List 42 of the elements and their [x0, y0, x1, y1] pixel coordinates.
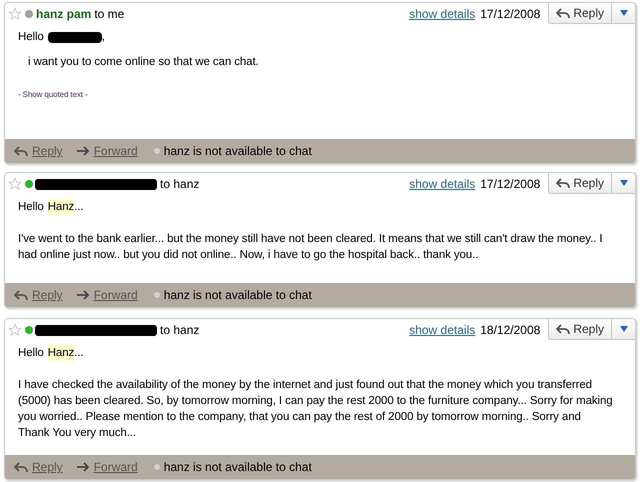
- caret-icon: [620, 326, 628, 332]
- recipient-text: to hanz: [160, 176, 200, 193]
- forward-link[interactable]: Forward: [76, 142, 138, 160]
- star-icon[interactable]: [8, 323, 22, 337]
- star-icon[interactable]: [8, 7, 22, 21]
- forward-arrow-icon: [76, 290, 90, 300]
- message-date: 17/12/2008: [480, 176, 540, 193]
- reply-arrow-icon: [14, 290, 28, 300]
- greeting-text: Hello Hanz...: [18, 345, 84, 361]
- reply-link[interactable]: Reply: [14, 142, 63, 160]
- reply-arrow-icon: [14, 146, 28, 156]
- recipient-text: to me: [94, 6, 124, 23]
- forward-arrow-icon: [76, 146, 90, 156]
- redaction-mark: [48, 32, 102, 42]
- reply-link[interactable]: Reply: [14, 458, 63, 476]
- message-text: I have checked the availability of the money by the internet and just found out that the money which you transferred (5000) has been cleared. So, by tomorrow morning, I can pay the rest 2000 to the furniture company... Sorry for making you worried.. Please mention to the company, that you can pay the rest of 2000 by tomorrow morning.. Sorry and Thank You very much...: [18, 378, 614, 441]
- recipient-text: to hanz: [160, 322, 200, 339]
- message-text: I've went to the bank earlier... but the money still have not been cleared. It means that we still can't draw the money.. I had online just now.. but you did not online.. Now, i have to go the hospital back.. thank you..: [18, 232, 604, 263]
- forward-link[interactable]: Forward: [76, 458, 138, 476]
- forward-arrow-icon: [76, 462, 90, 472]
- message-date: 17/12/2008: [480, 6, 540, 23]
- caret-icon: [620, 10, 628, 16]
- caret-icon: [620, 180, 628, 186]
- chat-status-text: hanz is not available to chat: [164, 459, 312, 476]
- forward-link[interactable]: Forward: [76, 286, 138, 304]
- show-details-link[interactable]: show details: [409, 175, 476, 193]
- show-quoted-text-link[interactable]: - Show quoted text -: [18, 87, 622, 103]
- greeting-text: Hello ,: [18, 30, 106, 45]
- reply-arrow-icon: [556, 178, 570, 188]
- reply-link[interactable]: Reply: [14, 286, 63, 304]
- message-date: 18/12/2008: [480, 322, 540, 339]
- greeting-text: Hello Hanz...: [18, 199, 84, 215]
- reply-arrow-icon: [14, 462, 28, 472]
- show-details-link[interactable]: show details: [409, 321, 476, 339]
- reply-arrow-icon: [556, 8, 570, 18]
- message-text: i want you to come online so that we can chat.: [28, 55, 260, 70]
- star-icon[interactable]: [8, 177, 22, 191]
- chat-status-text: hanz is not available to chat: [164, 143, 312, 160]
- chat-status-text: hanz is not available to chat: [164, 287, 312, 304]
- show-details-link[interactable]: show details: [409, 5, 476, 23]
- reply-arrow-icon: [556, 324, 570, 334]
- sender-name: hanz pam: [36, 6, 92, 23]
